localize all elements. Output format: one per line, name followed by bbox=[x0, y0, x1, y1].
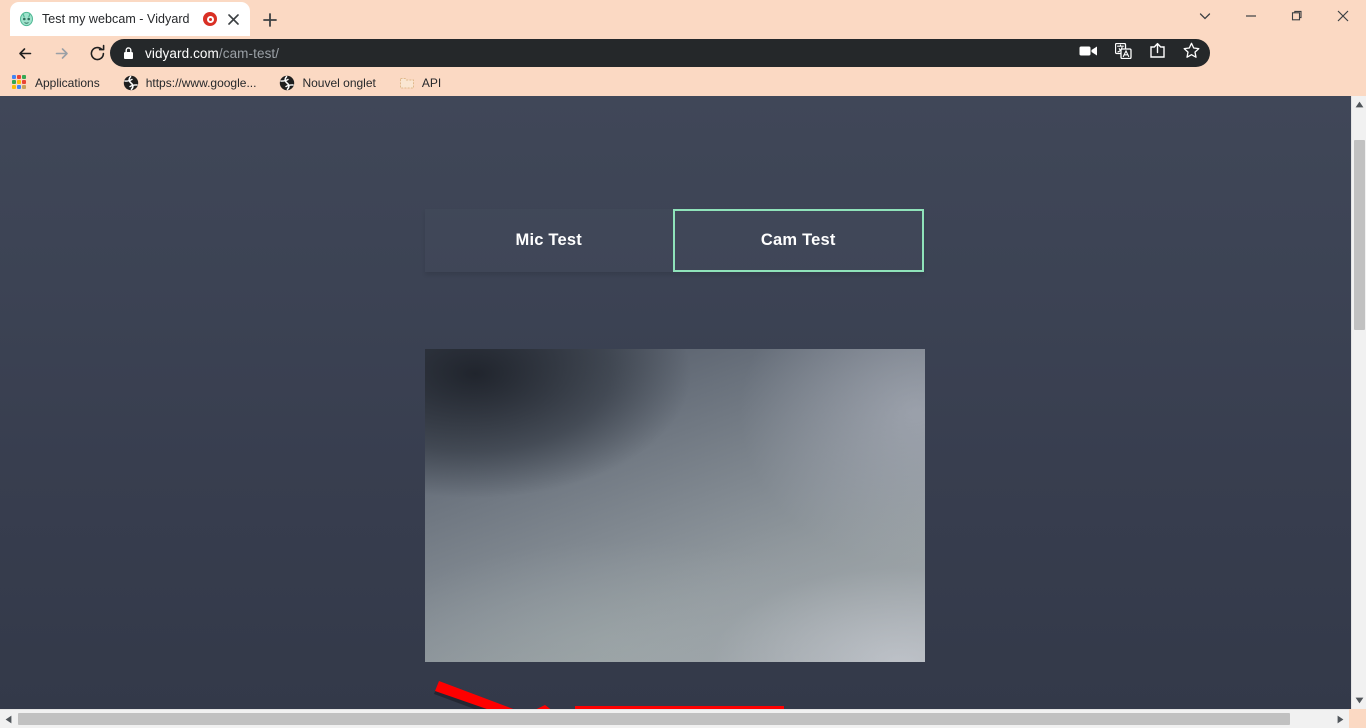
tab-mic-test[interactable]: Mic Test bbox=[425, 209, 673, 272]
reload-button[interactable] bbox=[82, 38, 112, 68]
bookmark-label: Applications bbox=[35, 76, 100, 90]
minimize-button[interactable] bbox=[1228, 0, 1274, 32]
vertical-scrollbar[interactable] bbox=[1351, 96, 1366, 709]
horizontal-scrollbar-thumb[interactable] bbox=[18, 713, 1290, 725]
chevron-down-icon bbox=[1199, 13, 1211, 20]
window-controls bbox=[1182, 0, 1366, 32]
globe-icon bbox=[279, 75, 295, 91]
bookmark-nouvel-onglet[interactable]: Nouvel onglet bbox=[279, 72, 384, 94]
bookmark-label: https://www.google... bbox=[145, 76, 257, 90]
url-path: /cam-test/ bbox=[218, 45, 280, 61]
tab-search-button[interactable] bbox=[1182, 0, 1228, 32]
bookmark-google[interactable]: https://www.google... bbox=[123, 72, 266, 94]
url-host: vidyard.com bbox=[145, 45, 219, 61]
back-arrow-icon bbox=[18, 47, 31, 59]
annotation-arrow-icon bbox=[434, 681, 551, 709]
browser-title-bar: Test my webcam - Vidyard bbox=[0, 0, 1366, 36]
bookmarks-bar: Applications https://www.google... Nouve… bbox=[0, 70, 1366, 96]
maximize-icon bbox=[1291, 10, 1302, 21]
page-viewport: Mic Test Cam Test Your webcam is working… bbox=[0, 96, 1351, 709]
webcam-preview bbox=[425, 349, 925, 662]
tab-title: Test my webcam - Vidyard bbox=[42, 12, 190, 26]
bookmark-applications[interactable]: Applications bbox=[12, 72, 109, 94]
apps-grid-icon bbox=[12, 75, 28, 91]
address-bar[interactable]: vidyard.com/cam-test/ bbox=[110, 39, 1210, 67]
scroll-down-arrow-icon[interactable] bbox=[1352, 692, 1366, 709]
forward-arrow-icon bbox=[55, 47, 68, 59]
tab-cam-test[interactable]: Cam Test bbox=[672, 209, 924, 272]
media-capture-icon[interactable] bbox=[1079, 44, 1098, 63]
folder-icon bbox=[399, 75, 415, 91]
maximize-button[interactable] bbox=[1274, 0, 1320, 32]
browser-tab-active[interactable]: Test my webcam - Vidyard bbox=[10, 2, 250, 36]
share-icon[interactable] bbox=[1149, 42, 1166, 64]
scrollbar-corner bbox=[1349, 709, 1366, 728]
scroll-right-arrow-icon[interactable] bbox=[1332, 710, 1349, 728]
close-window-button[interactable] bbox=[1320, 0, 1366, 32]
browser-toolbar: vidyard.com/cam-test/ bbox=[0, 36, 1366, 100]
tab-cam-test-label: Cam Test bbox=[760, 231, 836, 249]
recording-indicator-icon[interactable] bbox=[203, 12, 217, 26]
scroll-up-arrow-icon[interactable] bbox=[1352, 96, 1366, 113]
bookmark-label: Nouvel onglet bbox=[302, 76, 376, 90]
lock-icon bbox=[122, 46, 135, 60]
horizontal-scrollbar[interactable] bbox=[0, 709, 1366, 728]
url-text: vidyard.com/cam-test/ bbox=[145, 46, 279, 61]
reload-icon bbox=[90, 44, 104, 60]
tab-close-icon[interactable] bbox=[224, 10, 242, 28]
back-button[interactable] bbox=[10, 38, 40, 68]
scroll-left-arrow-icon[interactable] bbox=[0, 710, 17, 728]
bookmark-folder-api[interactable]: API bbox=[399, 72, 450, 94]
vertical-scrollbar-thumb[interactable] bbox=[1354, 140, 1365, 330]
plus-icon bbox=[263, 13, 277, 27]
globe-icon bbox=[123, 75, 139, 91]
bookmark-label: API bbox=[421, 76, 442, 90]
bookmark-star-icon[interactable] bbox=[1183, 42, 1200, 64]
translate-icon[interactable] bbox=[1114, 42, 1132, 64]
minimize-icon bbox=[1246, 15, 1256, 17]
close-icon bbox=[1337, 10, 1349, 22]
omnibox-icons bbox=[1079, 39, 1200, 67]
vidyard-favicon-icon bbox=[18, 11, 35, 28]
new-tab-button[interactable] bbox=[256, 6, 284, 34]
tab-mic-test-label: Mic Test bbox=[515, 231, 582, 249]
forward-button[interactable] bbox=[46, 38, 76, 68]
test-mode-tabs: Mic Test Cam Test bbox=[425, 209, 924, 278]
